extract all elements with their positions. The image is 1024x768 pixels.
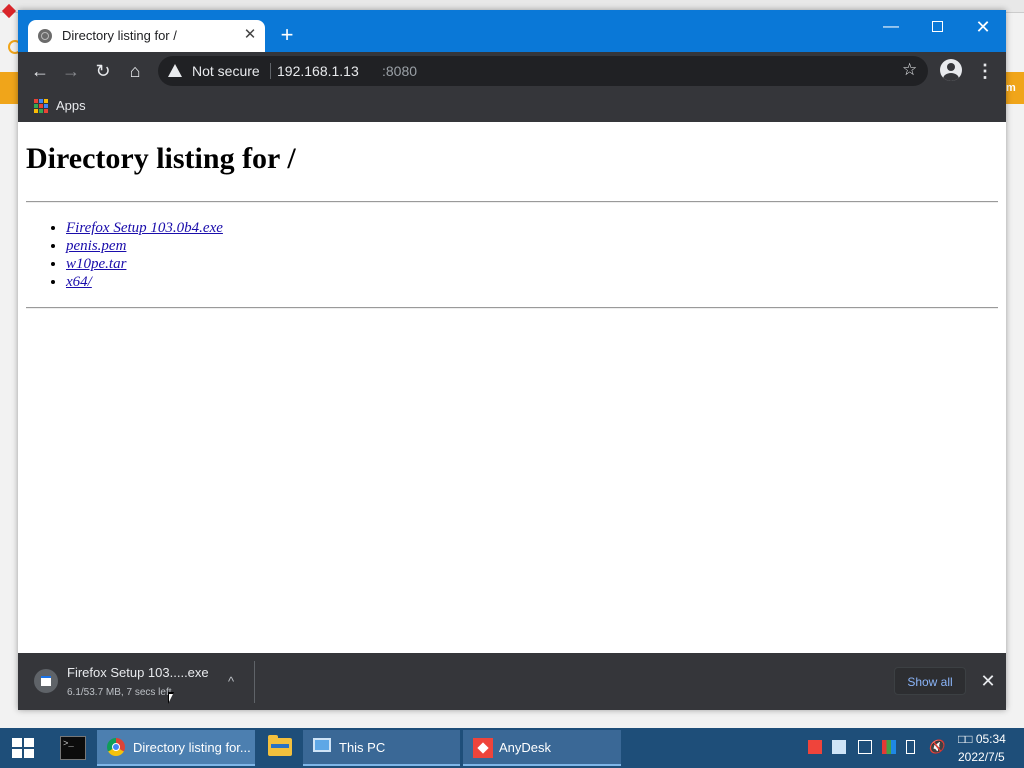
globe-icon	[38, 29, 52, 43]
mouse-cursor-icon	[168, 692, 174, 704]
anydesk-icon	[473, 738, 493, 758]
close-window-button[interactable]: ✕	[960, 14, 1006, 40]
chrome-icon	[107, 738, 125, 756]
apps-grid-icon[interactable]	[34, 99, 48, 113]
active-tab[interactable]: Directory listing for / ✕	[28, 20, 265, 52]
back-button[interactable]: ←	[28, 59, 52, 83]
title-bar[interactable]: Directory listing for / ✕ + — ✕	[18, 10, 1006, 52]
address-bar[interactable]: Not secure 192.168.1.13 :8080 ☆	[158, 56, 928, 86]
taskbar-item-this-pc[interactable]: This PC	[303, 730, 460, 766]
background-banner-text: m	[1006, 82, 1016, 94]
warning-icon[interactable]	[168, 64, 182, 77]
taskbar-item-chrome[interactable]: Directory listing for...	[97, 730, 255, 766]
windows-start-icon[interactable]	[12, 738, 34, 758]
reload-button[interactable]: ↻	[91, 59, 115, 83]
profile-avatar-icon[interactable]	[940, 59, 962, 81]
download-file-name[interactable]: Firefox Setup 103.....exe	[67, 665, 209, 680]
anydesk-tray-icon[interactable]	[808, 740, 822, 754]
terminal-icon[interactable]: >_	[60, 736, 86, 760]
list-item: w10pe.tar	[66, 255, 223, 273]
taskbar-item-explorer[interactable]	[264, 730, 296, 766]
file-link[interactable]: penis.pem	[66, 238, 126, 254]
chrome-window: Directory listing for / ✕ + — ✕ ← → ↻ ⌂ …	[18, 10, 1006, 710]
url-port[interactable]: :8080	[382, 63, 417, 79]
kebab-menu-icon[interactable]: ⋮	[976, 59, 994, 83]
clock-time[interactable]: □□ 05:34	[958, 732, 1006, 746]
network-icon[interactable]	[832, 740, 846, 754]
browser-toolbar: ← → ↻ ⌂ Not secure 192.168.1.13 :8080 ☆ …	[18, 52, 1006, 90]
apps-bookmark[interactable]: Apps	[56, 98, 86, 113]
taskbar: >_ Directory listing for... This PC AnyD…	[0, 728, 1024, 768]
page-content: Directory listing for / Firefox Setup 10…	[18, 122, 1006, 653]
bookmarks-bar: Apps	[18, 90, 1006, 123]
volume-muted-icon[interactable]: 🔇	[928, 740, 944, 754]
home-button[interactable]: ⌂	[123, 59, 147, 83]
omnibox-divider	[270, 63, 271, 79]
background-banner-left	[0, 72, 18, 104]
divider-bottom	[26, 307, 998, 309]
list-item: x64/	[66, 273, 223, 291]
file-link[interactable]: Firefox Setup 103.0b4.exe	[66, 220, 223, 236]
file-link[interactable]: w10pe.tar	[66, 256, 126, 272]
taskbar-item-label: This PC	[339, 740, 386, 755]
show-all-button[interactable]: Show all	[894, 667, 966, 695]
divider-top	[26, 201, 998, 203]
bookmark-star-icon[interactable]: ☆	[902, 60, 917, 80]
usb-icon[interactable]	[906, 740, 915, 754]
new-tab-button[interactable]: +	[276, 24, 298, 46]
maximize-icon	[931, 21, 943, 33]
download-divider	[254, 661, 255, 703]
computer-icon	[313, 738, 331, 752]
file-list: Firefox Setup 103.0b4.exe penis.pem w10p…	[66, 219, 223, 291]
url-host[interactable]: 192.168.1.13	[277, 63, 359, 79]
tab-title: Directory listing for /	[62, 28, 177, 43]
security-label[interactable]: Not secure	[192, 63, 260, 79]
background-banner-right: m	[1006, 72, 1024, 104]
display-color-icon[interactable]	[882, 740, 896, 754]
list-item: Firefox Setup 103.0b4.exe	[66, 219, 223, 237]
taskbar-item-anydesk[interactable]: AnyDesk	[463, 730, 621, 766]
taskbar-item-label: AnyDesk	[499, 740, 552, 755]
list-item: penis.pem	[66, 237, 223, 255]
download-status: 6.1/53.7 MB, 7 secs left	[67, 687, 172, 698]
chevron-up-icon[interactable]: ^	[222, 673, 240, 691]
folder-icon	[268, 735, 292, 756]
forward-button[interactable]: →	[59, 59, 83, 83]
taskbar-item-label: Directory listing for...	[133, 740, 251, 755]
folder-link[interactable]: x64/	[66, 274, 92, 290]
keyboard-icon[interactable]	[858, 740, 872, 754]
download-shelf: Firefox Setup 103.....exe 6.1/53.7 MB, 7…	[18, 653, 1006, 710]
file-icon[interactable]	[34, 669, 58, 693]
maximize-button[interactable]	[914, 14, 960, 40]
close-icon[interactable]: ✕	[978, 671, 998, 691]
tab-close-icon[interactable]: ✕	[241, 26, 259, 44]
page-title: Directory listing for /	[26, 142, 296, 175]
clock-date[interactable]: 2022/7/5	[958, 750, 1005, 764]
minimize-button[interactable]: —	[868, 14, 914, 40]
